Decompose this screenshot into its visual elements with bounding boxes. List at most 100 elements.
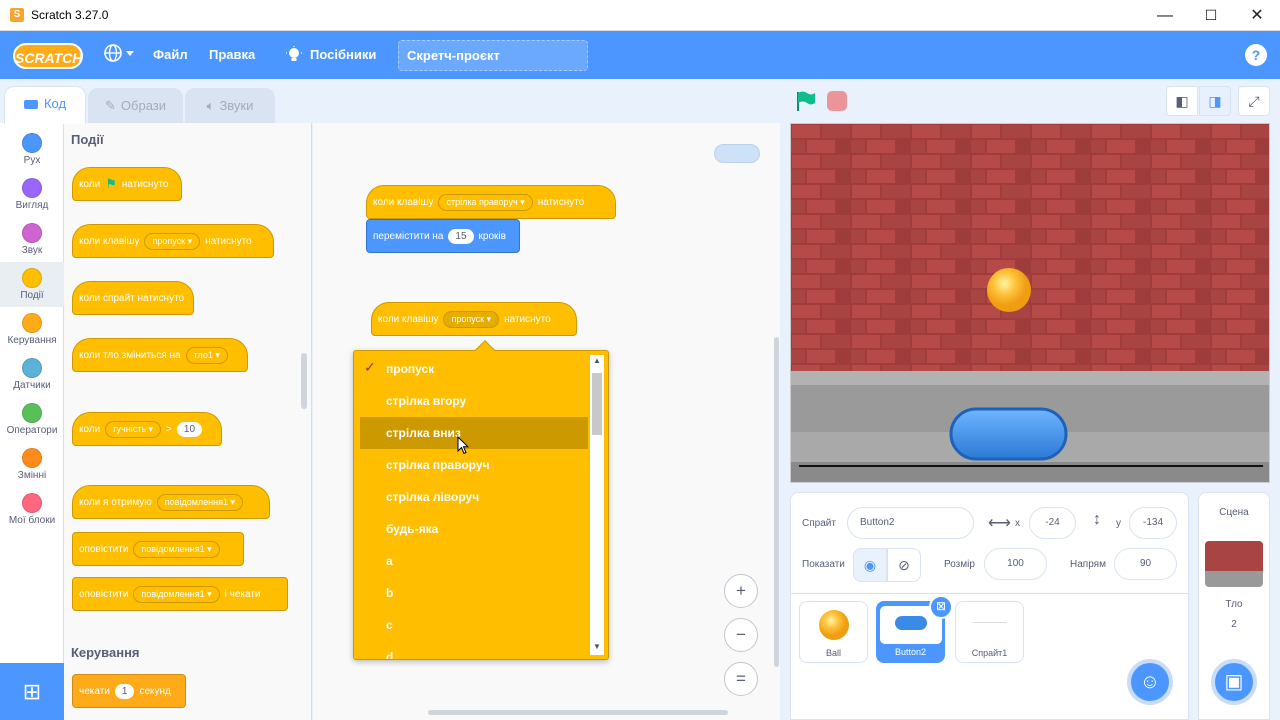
script-when-key-pressed[interactable]: коли клавішу стрілка праворуч ▾ натиснут… bbox=[366, 185, 616, 219]
key-dropdown[interactable]: пропуск ▾ bbox=[144, 232, 201, 250]
show-visible-button[interactable]: ◉ bbox=[853, 548, 887, 582]
sprite-name-input[interactable]: Button2 bbox=[847, 507, 974, 539]
message-dropdown[interactable]: повідомлення1 ▾ bbox=[133, 540, 220, 558]
add-extension-button[interactable]: ⊞ bbox=[0, 663, 64, 720]
dropdown-scrollbar[interactable]: ▲ ▼ bbox=[590, 355, 604, 655]
zoom-in-button[interactable]: + bbox=[724, 574, 758, 608]
zoom-out-button[interactable]: − bbox=[724, 618, 758, 652]
script-when-key-pressed-space[interactable]: коли клавішу пропуск ▾ натиснуто bbox=[371, 302, 577, 336]
add-sprite-button[interactable]: ☺ bbox=[1127, 659, 1173, 705]
category-dot bbox=[22, 133, 42, 153]
block-move-steps[interactable]: перемістити на 15 кроків bbox=[366, 219, 520, 253]
add-extension-icon: ⊞ bbox=[22, 679, 42, 704]
help-button[interactable]: ? bbox=[1245, 44, 1267, 66]
number-input[interactable]: 15 bbox=[448, 228, 474, 244]
project-title-input[interactable]: Скретч-проєкт bbox=[398, 40, 588, 71]
number-input[interactable]: 1 bbox=[114, 683, 135, 699]
category-control[interactable]: Керування bbox=[0, 307, 64, 352]
category-looks[interactable]: Вигляд bbox=[0, 172, 64, 217]
block-when-i-receive[interactable]: коли я отримую повідомлення1 ▾ bbox=[72, 485, 270, 519]
minimize-button[interactable]: — bbox=[1142, 0, 1188, 31]
block-broadcast-and-wait[interactable]: оповістити повідомлення1 ▾ і чекати bbox=[72, 577, 288, 611]
menu-tutorials[interactable]: Посібники bbox=[310, 47, 376, 62]
loudness-dropdown[interactable]: гучність ▾ bbox=[105, 420, 162, 438]
sprite-thumbnail[interactable]: Ball bbox=[799, 601, 868, 663]
block-when-loudness-greater[interactable]: коли гучність ▾ > 10 bbox=[72, 412, 222, 446]
message-dropdown[interactable]: повідомлення1 ▾ bbox=[133, 585, 220, 603]
dropdown-option[interactable]: c bbox=[360, 609, 588, 641]
y-input[interactable]: -134 bbox=[1129, 507, 1177, 539]
globe-icon[interactable] bbox=[103, 43, 123, 68]
menu-file[interactable]: Файл bbox=[153, 47, 188, 62]
block-text: натиснуто bbox=[537, 196, 585, 208]
category-events[interactable]: Події bbox=[0, 262, 64, 307]
category-sound[interactable]: Звук bbox=[0, 217, 64, 262]
delete-sprite-button[interactable]: ⊠ bbox=[929, 595, 953, 619]
palette-scrollbar[interactable] bbox=[301, 353, 307, 409]
maximize-button[interactable]: ☐ bbox=[1188, 0, 1234, 31]
button2-sprite[interactable] bbox=[949, 407, 1068, 461]
chevron-down-icon[interactable] bbox=[126, 51, 134, 56]
green-flag-button[interactable] bbox=[794, 90, 816, 118]
dropdown-scroll-thumb[interactable] bbox=[592, 373, 602, 435]
show-hidden-button[interactable]: ⊘ bbox=[887, 548, 921, 582]
x-arrows-icon: ⟷ bbox=[988, 515, 1011, 532]
add-backdrop-button[interactable]: ▣ bbox=[1211, 659, 1257, 705]
small-stage-button[interactable]: ◧ bbox=[1166, 86, 1198, 116]
size-input[interactable]: 100 bbox=[984, 548, 1047, 580]
number-input[interactable]: 10 bbox=[176, 421, 203, 437]
category-operators[interactable]: Оператори bbox=[0, 397, 64, 442]
fullscreen-button[interactable]: ⤢ bbox=[1238, 86, 1270, 116]
block-wait-seconds[interactable]: чекати 1 секунд bbox=[72, 674, 186, 708]
stage-panel-title: Сцена bbox=[1219, 507, 1249, 518]
x-input[interactable]: -24 bbox=[1029, 507, 1076, 539]
ball-sprite[interactable] bbox=[987, 268, 1031, 312]
dropdown-option[interactable]: стрілка вгору bbox=[360, 385, 588, 417]
block-broadcast[interactable]: оповістити повідомлення1 ▾ bbox=[72, 532, 244, 566]
stage-selector-panel[interactable]: Сцена Тло 2 ▣ bbox=[1198, 492, 1270, 720]
tab-costumes-label: Образи bbox=[120, 98, 166, 113]
category-my-blocks[interactable]: Мої блоки bbox=[0, 487, 64, 532]
code-vertical-scrollbar[interactable] bbox=[774, 337, 779, 667]
block-text: чекати bbox=[79, 685, 110, 697]
category-sensing[interactable]: Датчики bbox=[0, 352, 64, 397]
scratch-logo[interactable]: SCRATCH bbox=[13, 43, 83, 69]
dropdown-option[interactable]: будь-яка bbox=[360, 513, 588, 545]
tab-costumes[interactable]: ✎ Образи bbox=[88, 88, 183, 124]
tab-sounds[interactable]: 🔈︎ Звуки bbox=[185, 88, 275, 124]
normal-stage-button[interactable]: ◨ bbox=[1199, 86, 1231, 116]
tab-code[interactable]: Код bbox=[4, 86, 86, 124]
key-dropdown[interactable]: пропуск ▾ bbox=[443, 310, 500, 328]
stage-canvas[interactable] bbox=[790, 123, 1270, 483]
dropdown-option[interactable]: пропуск bbox=[360, 353, 588, 385]
dropdown-option[interactable]: a bbox=[360, 545, 588, 577]
category-variables[interactable]: Змінні bbox=[0, 442, 64, 487]
scroll-up-icon[interactable]: ▲ bbox=[593, 356, 601, 365]
lightbulb-icon[interactable] bbox=[286, 46, 302, 69]
menu-edit[interactable]: Правка bbox=[209, 47, 255, 62]
zoom-reset-button[interactable]: = bbox=[724, 662, 758, 696]
block-when-flag-clicked[interactable]: коли ⚑ натиснуто bbox=[72, 167, 182, 201]
category-motion[interactable]: Рух bbox=[0, 127, 64, 172]
block-when-sprite-clicked[interactable]: коли спрайт натиснуто bbox=[72, 281, 194, 315]
scroll-down-icon[interactable]: ▼ bbox=[593, 642, 601, 651]
dropdown-option[interactable]: b bbox=[360, 577, 588, 609]
sprite-thumbnail[interactable]: Спрайт1 bbox=[955, 601, 1024, 663]
dropdown-option-highlighted[interactable]: стрілка вниз bbox=[360, 417, 588, 449]
backdrops-label: Тло bbox=[1225, 599, 1243, 610]
message-dropdown[interactable]: повідомлення1 ▾ bbox=[156, 493, 243, 511]
block-when-backdrop-switches[interactable]: коли тло зміниться на тло1 ▾ bbox=[72, 338, 248, 372]
stop-button[interactable] bbox=[827, 91, 847, 111]
backdrop-dropdown[interactable]: тло1 ▾ bbox=[185, 346, 228, 364]
key-dropdown[interactable]: стрілка праворуч ▾ bbox=[438, 193, 533, 211]
block-when-key-pressed[interactable]: коли клавішу пропуск ▾ натиснуто bbox=[72, 224, 274, 258]
dropdown-option[interactable]: стрілка ліворуч bbox=[360, 481, 588, 513]
brush-icon: ✎ bbox=[105, 98, 116, 113]
category-dot bbox=[22, 403, 42, 423]
category-label: Керування bbox=[7, 335, 57, 346]
dropdown-option[interactable]: стрілка праворуч bbox=[360, 449, 588, 481]
code-horizontal-scrollbar[interactable] bbox=[428, 710, 728, 715]
close-button[interactable]: ✕ bbox=[1234, 0, 1280, 31]
dropdown-option[interactable]: d bbox=[360, 641, 588, 659]
direction-input[interactable]: 90 bbox=[1114, 548, 1177, 580]
